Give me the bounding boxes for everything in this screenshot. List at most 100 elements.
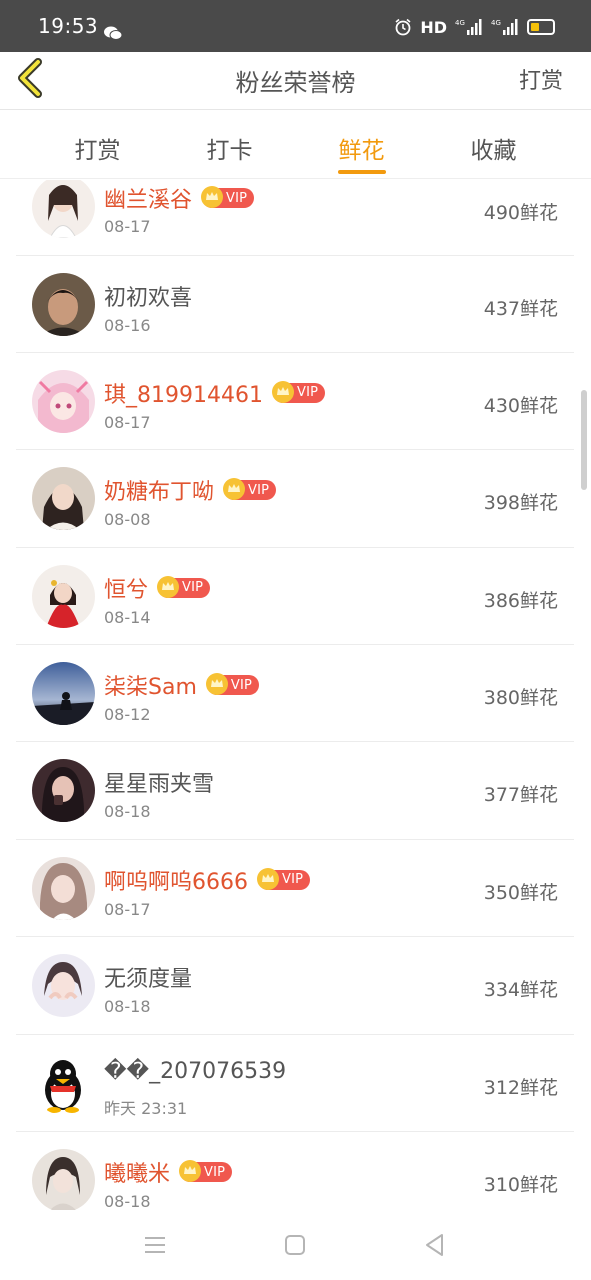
avatar[interactable] bbox=[32, 856, 95, 920]
list-item[interactable]: 无须度量 08-18 334鲜花 bbox=[16, 937, 574, 1035]
date-label: 08-18 bbox=[104, 1192, 151, 1210]
scrollbar[interactable] bbox=[581, 390, 587, 490]
user-name[interactable]: 啊呜啊呜6666 bbox=[104, 864, 248, 896]
tab-flowers[interactable]: 鲜花 bbox=[296, 111, 428, 178]
home-icon[interactable] bbox=[280, 1230, 310, 1260]
tab-checkin[interactable]: 打卡 bbox=[164, 111, 296, 178]
name-line: 柒柒Sam VIP bbox=[104, 669, 260, 701]
date-label: 08-17 bbox=[104, 412, 151, 432]
user-name[interactable]: 柒柒Sam bbox=[104, 669, 197, 701]
name-line: 曦曦米 VIP bbox=[104, 1156, 233, 1188]
list-item[interactable]: 琪_819914461 VIP 08-17 430鲜花 bbox=[16, 353, 574, 451]
avatar[interactable] bbox=[32, 272, 95, 336]
avatar[interactable] bbox=[32, 1051, 95, 1115]
status-bar: 19:53 HD 4G 4G bbox=[0, 0, 591, 52]
date-label: 08-18 bbox=[104, 802, 151, 822]
svg-text:4G: 4G bbox=[455, 19, 465, 27]
battery-icon bbox=[527, 19, 555, 35]
flower-count: 437鲜花 bbox=[483, 297, 558, 320]
vip-badge: VIP bbox=[201, 186, 255, 208]
user-name[interactable]: 琪_819914461 bbox=[104, 377, 263, 409]
list-item[interactable]: 星星雨夹雪 08-18 377鲜花 bbox=[16, 742, 574, 840]
tab-bar: 打赏 打卡 鲜花 收藏 bbox=[0, 111, 591, 179]
user-name[interactable]: 无须度量 bbox=[104, 961, 192, 993]
user-name[interactable]: 奶糖布丁呦 bbox=[104, 474, 214, 506]
status-time: 19:53 bbox=[38, 14, 99, 38]
title-bar: 粉丝荣誉榜 打赏 bbox=[0, 52, 591, 110]
avatar[interactable] bbox=[32, 564, 95, 628]
list-item[interactable]: 柒柒Sam VIP 08-12 380鲜花 bbox=[16, 645, 574, 743]
user-name[interactable]: ��_207076539 bbox=[104, 1059, 286, 1084]
avatar[interactable] bbox=[32, 662, 95, 726]
date-label: 08-16 bbox=[104, 315, 151, 335]
tab-underline bbox=[337, 170, 386, 174]
user-name[interactable]: 初初欢喜 bbox=[104, 280, 192, 312]
crown-icon bbox=[201, 186, 224, 208]
date-label: 昨天 23:31 bbox=[104, 1098, 188, 1118]
list-item[interactable]: 幽兰溪谷 VIP 08-17 490鲜花 bbox=[16, 180, 574, 256]
list-item[interactable]: 啊呜啊呜6666 VIP 08-17 350鲜花 bbox=[16, 840, 574, 938]
vip-label: VIP bbox=[248, 482, 270, 498]
list-item[interactable]: 曦曦米 VIP 08-18 310鲜花 bbox=[16, 1132, 574, 1210]
date-label: 08-12 bbox=[104, 705, 151, 725]
fan-ranking-list[interactable]: 幽兰溪谷 VIP 08-17 490鲜花 初初欢喜 08-16 437鲜花 琪_… bbox=[16, 180, 574, 1210]
alarm-icon bbox=[395, 18, 411, 36]
crown-icon bbox=[271, 380, 294, 403]
page-title: 粉丝荣誉榜 bbox=[235, 69, 356, 97]
tab-reward[interactable]: 打赏 bbox=[32, 111, 164, 178]
flower-count: 334鲜花 bbox=[483, 979, 558, 1002]
vip-badge: VIP bbox=[179, 1160, 233, 1183]
flower-count: 310鲜花 bbox=[483, 1174, 558, 1197]
svg-text:4G: 4G bbox=[491, 19, 501, 27]
tab-label: 鲜花 bbox=[338, 138, 385, 164]
date-label: 08-14 bbox=[104, 607, 151, 627]
vip-label: VIP bbox=[182, 580, 204, 596]
vip-badge: VIP bbox=[223, 478, 277, 501]
status-icons: HD 4G 4G bbox=[394, 16, 555, 38]
list-item[interactable]: ��_207076539 昨天 23:31 312鲜花 bbox=[16, 1035, 574, 1133]
avatar[interactable] bbox=[32, 954, 95, 1018]
vip-label: VIP bbox=[230, 677, 253, 693]
tip-button[interactable]: 打赏 bbox=[519, 63, 563, 95]
avatar[interactable] bbox=[32, 467, 95, 531]
tab-label: 收藏 bbox=[470, 138, 517, 164]
hd-indicator: HD bbox=[420, 17, 447, 37]
crown-icon bbox=[205, 673, 228, 696]
vip-label: VIP bbox=[204, 1164, 226, 1180]
user-name[interactable]: 星星雨夹雪 bbox=[104, 766, 214, 798]
user-name[interactable]: 曦曦米 bbox=[104, 1156, 170, 1188]
flower-count: 380鲜花 bbox=[483, 687, 558, 710]
vip-badge: VIP bbox=[205, 673, 260, 696]
flower-count: 350鲜花 bbox=[483, 881, 558, 904]
user-name[interactable]: 恒兮 bbox=[104, 572, 148, 604]
vip-label: VIP bbox=[226, 190, 248, 206]
signal-icon-2: 4G bbox=[491, 19, 518, 35]
crown-icon bbox=[257, 867, 279, 890]
tab-label: 打卡 bbox=[206, 138, 253, 164]
tab-favorites[interactable]: 收藏 bbox=[428, 111, 560, 178]
list-item[interactable]: 恒兮 VIP 08-14 386鲜花 bbox=[16, 548, 574, 646]
crown-icon bbox=[157, 575, 180, 598]
date-label: 08-08 bbox=[104, 510, 151, 530]
system-nav-bar bbox=[0, 1210, 591, 1280]
date-label: 08-17 bbox=[104, 899, 151, 919]
list-item[interactable]: 奶糖布丁呦 VIP 08-08 398鲜花 bbox=[16, 450, 574, 548]
avatar[interactable] bbox=[32, 180, 95, 238]
back-icon[interactable] bbox=[420, 1230, 450, 1260]
name-line: 无须度量 bbox=[104, 961, 192, 993]
tab-label: 打赏 bbox=[74, 138, 121, 164]
flower-count: 490鲜花 bbox=[483, 202, 558, 224]
list-item[interactable]: 初初欢喜 08-16 437鲜花 bbox=[16, 256, 574, 353]
avatar[interactable] bbox=[32, 759, 95, 823]
avatar[interactable] bbox=[32, 369, 95, 433]
flower-count: 377鲜花 bbox=[483, 784, 558, 807]
name-line: 幽兰溪谷 VIP bbox=[104, 182, 255, 214]
crown-icon bbox=[179, 1160, 202, 1183]
name-line: 啊呜啊呜6666 VIP bbox=[104, 864, 311, 896]
signal-icon: 4G bbox=[455, 19, 482, 35]
menu-icon[interactable] bbox=[140, 1230, 170, 1260]
name-line: 恒兮 VIP bbox=[104, 572, 211, 604]
avatar[interactable] bbox=[32, 1149, 95, 1210]
name-line: 星星雨夹雪 bbox=[104, 766, 214, 798]
user-name[interactable]: 幽兰溪谷 bbox=[104, 182, 192, 214]
